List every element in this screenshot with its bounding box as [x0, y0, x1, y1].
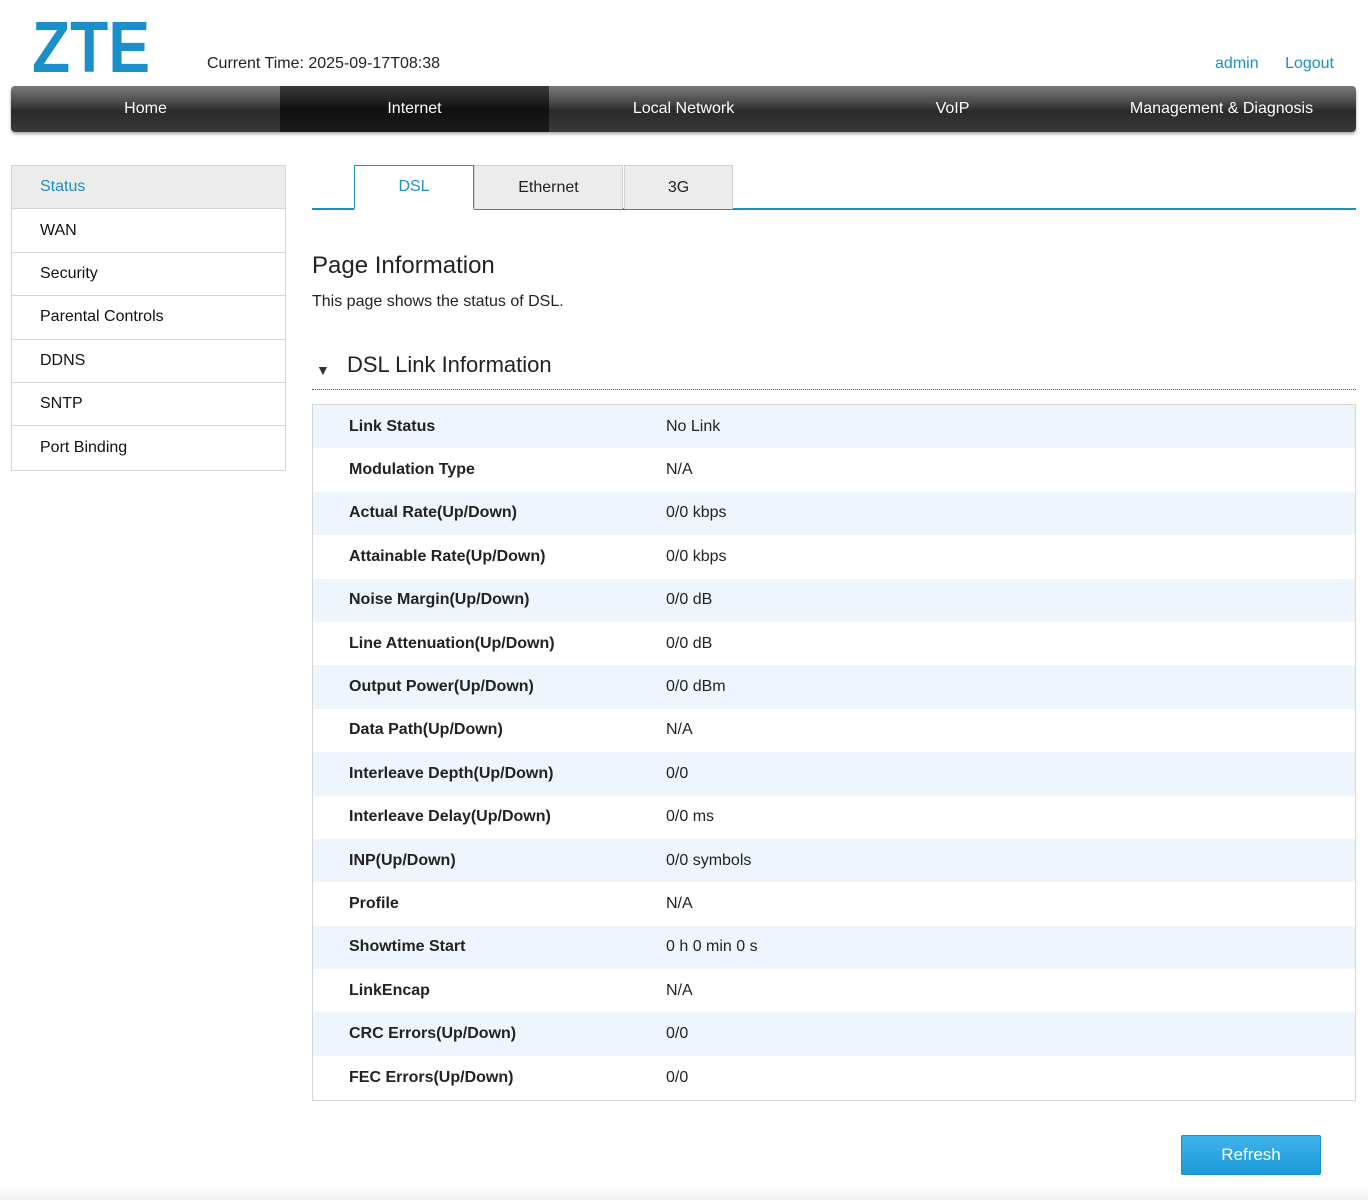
admin-link[interactable]: admin — [1215, 55, 1259, 72]
nav-internet[interactable]: Internet — [280, 86, 549, 132]
nav-management-diagnosis[interactable]: Management & Diagnosis — [1087, 86, 1356, 132]
table-row: INP(Up/Down) 0/0 symbols — [313, 838, 1355, 883]
row-label: Interleave Depth(Up/Down) — [349, 764, 554, 782]
table-row: Interleave Depth(Up/Down) 0/0 — [313, 752, 1355, 796]
table-row: Modulation Type N/A — [313, 448, 1355, 492]
tab-3g[interactable]: 3G — [624, 165, 733, 209]
row-value: N/A — [666, 894, 693, 912]
refresh-button[interactable]: Refresh — [1181, 1135, 1321, 1175]
table-row: Actual Rate(Up/Down) 0/0 kbps — [313, 491, 1355, 536]
sidebar-item-wan[interactable]: WAN — [12, 209, 285, 253]
row-value: 0/0 — [666, 764, 689, 782]
dsl-link-section-header[interactable]: ▼ DSL Link Information — [312, 350, 1356, 390]
table-row: Line Attenuation(Up/Down) 0/0 dB — [313, 621, 1355, 666]
dsl-info-table: Link Status No Link Modulation Type N/A Actu… — [312, 404, 1356, 1101]
row-label: FEC Errors(Up/Down) — [349, 1068, 514, 1086]
row-label: Data Path(Up/Down) — [349, 721, 503, 739]
top-navigation: Home Internet Local Network VoIP Managem… — [11, 86, 1356, 132]
table-row: FEC Errors(Up/Down) 0/0 — [313, 1055, 1355, 1100]
sidebar-item-port-binding[interactable]: Port Binding — [12, 426, 285, 470]
footer — [0, 1185, 1368, 1200]
page-title: Page Information — [312, 252, 495, 279]
row-label: Actual Rate(Up/Down) — [349, 504, 517, 522]
row-label: Output Power(Up/Down) — [349, 678, 534, 696]
svg-text:ZTE: ZTE — [32, 14, 150, 76]
row-value: 0/0 kbps — [666, 547, 727, 565]
table-row: LinkEncap N/A — [313, 969, 1355, 1013]
row-value: 0/0 — [666, 1068, 689, 1086]
table-row: Output Power(Up/Down) 0/0 dBm — [313, 665, 1355, 709]
nav-home[interactable]: Home — [11, 86, 280, 132]
row-label: LinkEncap — [349, 981, 430, 999]
sidebar-item-security[interactable]: Security — [12, 252, 285, 297]
sidebar-item-parental-controls[interactable]: Parental Controls — [12, 296, 285, 340]
row-value: No Link — [666, 417, 721, 435]
row-value: N/A — [666, 461, 693, 479]
sidebar-item-sntp[interactable]: SNTP — [12, 382, 285, 427]
table-row: Attainable Rate(Up/Down) 0/0 kbps — [313, 535, 1355, 579]
row-label: Modulation Type — [349, 461, 475, 479]
row-label: Line Attenuation(Up/Down) — [349, 634, 555, 652]
row-value: N/A — [666, 981, 693, 999]
row-label: Profile — [349, 894, 399, 912]
row-label: Showtime Start — [349, 938, 466, 956]
table-row: Link Status No Link — [313, 405, 1355, 449]
row-value: 0/0 ms — [666, 808, 715, 826]
table-row: Showtime Start 0 h 0 min 0 s — [313, 925, 1355, 970]
nav-voip[interactable]: VoIP — [818, 86, 1087, 132]
table-row: Interleave Delay(Up/Down) 0/0 ms — [313, 795, 1355, 839]
sidebar-item-ddns[interactable]: DDNS — [12, 339, 285, 383]
row-value: 0/0 dB — [666, 591, 713, 609]
row-value: 0 h 0 min 0 s — [666, 938, 758, 956]
row-value: N/A — [666, 721, 693, 739]
page-description: This page shows the status of DSL. — [312, 293, 564, 310]
table-row: Data Path(Up/Down) N/A — [313, 708, 1355, 753]
table-row: Profile N/A — [313, 882, 1355, 926]
row-value: 0/0 symbols — [666, 851, 752, 869]
table-row: CRC Errors(Up/Down) 0/0 — [313, 1012, 1355, 1056]
logout-link[interactable]: Logout — [1285, 55, 1334, 72]
row-value: 0/0 dBm — [666, 678, 726, 696]
zte-logo: ZTE — [32, 14, 150, 76]
section-title: DSL Link Information — [347, 352, 552, 377]
table-row: Noise Margin(Up/Down) 0/0 dB — [313, 578, 1355, 622]
row-value: 0/0 kbps — [666, 504, 727, 522]
row-label: CRC Errors(Up/Down) — [349, 1025, 517, 1043]
row-label: Link Status — [349, 417, 436, 435]
current-time: Current Time: 2025-09-17T08:38 — [207, 55, 441, 72]
row-label: Interleave Delay(Up/Down) — [349, 808, 551, 826]
nav-local-network[interactable]: Local Network — [549, 86, 818, 132]
row-value: 0/0 dB — [666, 634, 713, 652]
sidebar: Status WAN Security Parental Controls DD… — [11, 165, 286, 471]
row-label: INP(Up/Down) — [349, 851, 456, 869]
user-links: admin Logout — [1193, 55, 1334, 73]
triangle-down-icon[interactable]: ▼ — [316, 362, 330, 378]
row-label: Attainable Rate(Up/Down) — [349, 547, 546, 565]
tab-dsl[interactable]: DSL — [354, 165, 474, 210]
tab-ethernet[interactable]: Ethernet — [474, 165, 623, 209]
row-value: 0/0 — [666, 1025, 689, 1043]
row-label: Noise Margin(Up/Down) — [349, 591, 530, 609]
sidebar-item-status[interactable]: Status — [12, 166, 285, 210]
